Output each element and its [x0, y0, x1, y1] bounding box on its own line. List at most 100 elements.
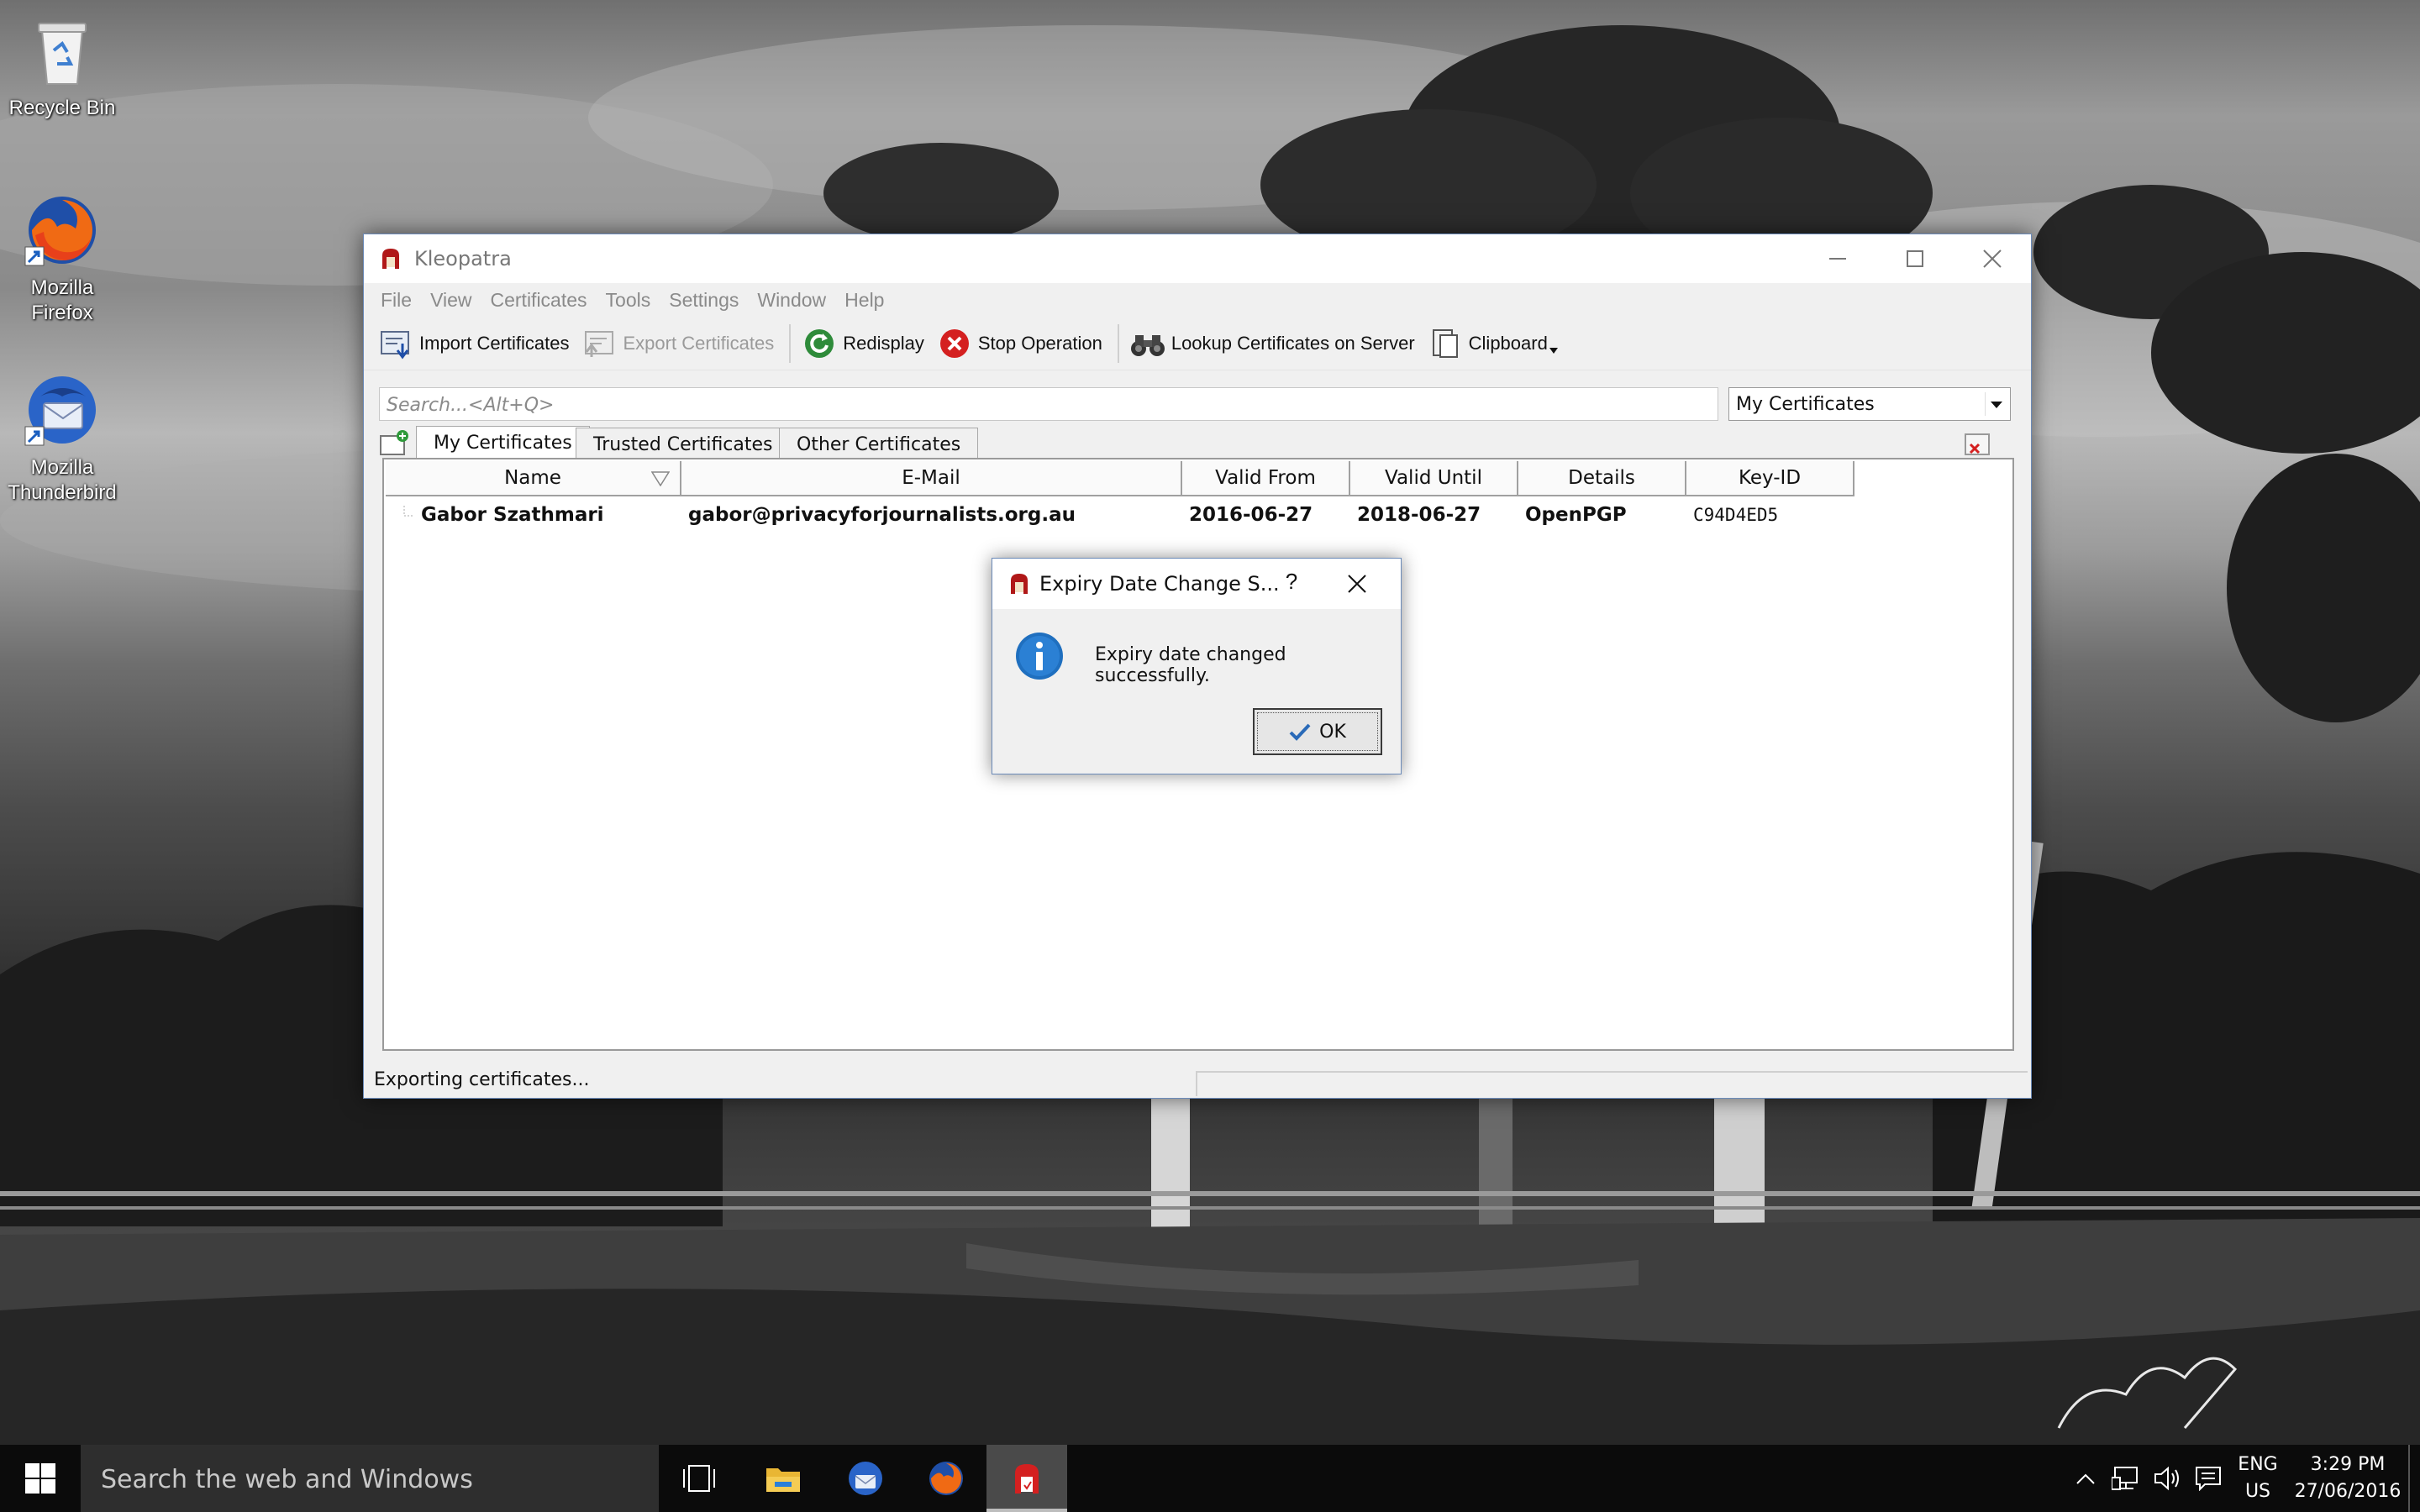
menu-tools[interactable]: Tools	[597, 289, 661, 312]
redisplay-label: Redisplay	[843, 332, 924, 354]
speaker-icon	[2154, 1466, 2179, 1491]
taskbar-file-explorer[interactable]	[743, 1445, 823, 1512]
new-tab-icon	[380, 430, 408, 455]
window-titlebar[interactable]: Kleopatra	[364, 234, 2031, 283]
dialog-message: Expiry date changed successfully.	[1095, 644, 1286, 686]
menu-certificates[interactable]: Certificates	[482, 289, 597, 312]
column-header-details[interactable]: Details	[1518, 461, 1686, 496]
clock[interactable]: 3:29 PM 27/06/2016	[2292, 1452, 2403, 1505]
certificate-filter-select[interactable]: My Certificates	[1728, 387, 2011, 421]
task-view-button[interactable]	[659, 1445, 739, 1512]
kleopatra-app-icon	[1015, 1464, 1039, 1494]
lookup-certificates-button[interactable]: Lookup Certificates on Server	[1126, 322, 1423, 365]
desktop-icon-label: Mozilla Thunderbird	[8, 456, 117, 504]
chevron-up-icon	[2076, 1473, 2095, 1484]
ok-button[interactable]: OK	[1253, 708, 1382, 755]
start-button[interactable]	[0, 1445, 81, 1512]
maximize-button[interactable]	[1876, 234, 1954, 283]
desktop-icon-firefox[interactable]: Mozilla Firefox	[0, 192, 124, 326]
chevron-down-icon	[1985, 392, 2007, 416]
clock-time: 3:29 PM	[2310, 1454, 2386, 1475]
firefox-icon	[24, 192, 101, 269]
clipboard-button[interactable]: Clipboard	[1423, 322, 1566, 365]
tab-trusted-certificates[interactable]: Trusted Certificates	[576, 428, 791, 459]
dialog-titlebar[interactable]: Expiry Date Change S... ?	[992, 559, 1401, 609]
column-header-key-id[interactable]: Key-ID	[1686, 461, 1854, 496]
filter-selected-value: My Certificates	[1736, 394, 1875, 415]
binoculars-icon	[1129, 325, 1166, 362]
column-header-label: Valid From	[1215, 467, 1316, 489]
action-center-button[interactable]	[2193, 1463, 2223, 1494]
cell-name: Gabor Szathmari	[386, 498, 681, 532]
desktop-icon-recycle-bin[interactable]: Recycle Bin	[0, 12, 124, 121]
network-icon	[2112, 1467, 2138, 1490]
clipboard-icon	[1427, 325, 1464, 362]
kleopatra-app-icon	[1011, 574, 1028, 594]
dialog-close-button[interactable]	[1339, 565, 1376, 602]
import-certificates-label: Import Certificates	[419, 332, 570, 354]
export-certificates-button[interactable]: Export Certificates	[578, 322, 783, 365]
menu-help[interactable]: Help	[836, 289, 894, 312]
column-header-email[interactable]: E-Mail	[681, 461, 1182, 496]
menu-file[interactable]: File	[372, 289, 422, 312]
toolbar: Import Certificates Export Certificates …	[364, 317, 2031, 370]
information-icon	[1016, 633, 1063, 680]
menu-view[interactable]: View	[422, 289, 481, 312]
import-certificates-button[interactable]: Import Certificates	[374, 322, 578, 365]
column-header-valid-from[interactable]: Valid From	[1182, 461, 1350, 496]
table-row[interactable]: Gabor Szathmari gabor@privacyforjournali…	[386, 498, 1854, 532]
minimize-icon	[1829, 258, 1846, 260]
thunderbird-icon	[24, 371, 101, 449]
show-hidden-icons-button[interactable]	[2070, 1463, 2101, 1494]
stop-operation-button[interactable]: Stop Operation	[933, 322, 1111, 365]
tab-my-certificates[interactable]: My Certificates	[416, 426, 590, 459]
close-button[interactable]	[1954, 234, 2031, 283]
sort-indicator-icon	[651, 471, 670, 486]
keyboard-layout: US	[2244, 1481, 2271, 1502]
taskbar-firefox[interactable]	[906, 1445, 986, 1512]
cell-valid-until: 2018-06-27	[1357, 504, 1481, 526]
column-header-valid-until[interactable]: Valid Until	[1350, 461, 1518, 496]
search-row: Search...<Alt+Q> My Certificates	[379, 387, 2018, 421]
cell-valid-from: 2016-06-27	[1189, 504, 1313, 526]
input-language-indicator[interactable]: ENG US	[2233, 1452, 2282, 1505]
stop-icon	[936, 325, 973, 362]
new-tab-button[interactable]	[379, 429, 409, 458]
dialog-title: Expiry Date Change S...	[1039, 572, 1280, 596]
kleopatra-app-icon	[382, 249, 399, 269]
desktop-icon-label: Mozilla Firefox	[30, 276, 94, 324]
show-desktop-button[interactable]	[2408, 1445, 2420, 1512]
taskbar-thunderbird[interactable]	[825, 1445, 906, 1512]
column-header-name[interactable]: Name	[386, 461, 681, 496]
cell-email: gabor@privacyforjournalists.org.au	[688, 504, 1076, 526]
search-input[interactable]: Search...<Alt+Q>	[379, 387, 1718, 421]
redisplay-button[interactable]: Redisplay	[797, 322, 933, 365]
help-button[interactable]: ?	[1280, 569, 1303, 595]
menu-window[interactable]: Window	[749, 289, 836, 312]
column-header-label: Name	[504, 467, 561, 489]
desktop-icon-thunderbird[interactable]: Mozilla Thunderbird	[0, 371, 124, 506]
tab-other-certificates[interactable]: Other Certificates	[779, 428, 979, 459]
minimize-button[interactable]	[1799, 234, 1876, 283]
toolbar-separator	[1117, 323, 1119, 363]
column-header-label: Key-ID	[1738, 467, 1802, 489]
network-button[interactable]	[2111, 1463, 2141, 1494]
firefox-icon	[929, 1462, 963, 1495]
desktop-icon-label: Recycle Bin	[8, 97, 116, 119]
taskbar-kleopatra[interactable]	[986, 1445, 1067, 1512]
stop-operation-label: Stop Operation	[977, 332, 1102, 354]
expiry-date-change-dialog: Expiry Date Change S... ? Expiry date ch…	[992, 558, 1402, 774]
windows-logo-icon	[25, 1463, 55, 1494]
volume-button[interactable]	[2153, 1463, 2183, 1494]
language-code: ENG	[2238, 1454, 2278, 1475]
close-tab-icon	[1965, 433, 1990, 455]
close-icon	[1348, 575, 1366, 593]
column-header-label: E-Mail	[902, 467, 960, 489]
taskbar-search-box[interactable]: Search the web and Windows	[81, 1445, 659, 1512]
status-progress-area	[1196, 1071, 2028, 1096]
lookup-certificates-label: Lookup Certificates on Server	[1171, 332, 1415, 354]
close-tab-button[interactable]	[1964, 431, 1994, 458]
maximize-icon	[1907, 250, 1923, 267]
clock-date: 27/06/2016	[2294, 1481, 2402, 1502]
menu-settings[interactable]: Settings	[660, 289, 749, 312]
